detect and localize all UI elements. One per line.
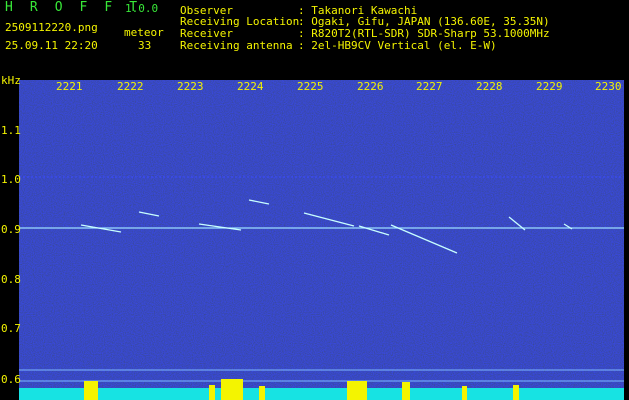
x-tick: 2228: [476, 80, 503, 93]
spectrogram-plot: [19, 80, 624, 400]
x-tick: 2221: [56, 80, 83, 93]
spectrogram-svg: [19, 80, 624, 400]
activity-peak: [259, 386, 265, 400]
x-tick: 2222: [117, 80, 144, 93]
capture-datetime: 25.09.11 22:20: [5, 39, 98, 52]
file-name: 2509112220.png: [5, 21, 98, 34]
activity-peak: [513, 385, 519, 400]
bottom-activity-band: [19, 388, 624, 400]
info-key-antenna: Receiving antenna: [180, 39, 293, 52]
activity-peak: [84, 381, 98, 400]
app-version: 1.0.0: [125, 2, 159, 15]
x-tick: 2225: [297, 80, 324, 93]
x-tick: 2230: [595, 80, 622, 93]
meteor-count: 33: [138, 39, 152, 52]
app-brand: H R O F F T: [5, 0, 142, 15]
x-tick: 2223: [177, 80, 204, 93]
activity-peak: [462, 386, 467, 400]
y-tick: 0.8: [1, 273, 21, 286]
spectrogram-noise: [19, 80, 624, 400]
activity-peak: [347, 381, 367, 400]
y-axis-unit: kHz: [1, 74, 21, 87]
x-tick: 2224: [237, 80, 264, 93]
y-tick: 1.0: [1, 173, 21, 186]
meteor-label: meteor: [124, 26, 164, 39]
x-tick: 2227: [416, 80, 443, 93]
activity-peak: [221, 379, 243, 400]
x-tick: 2229: [536, 80, 563, 93]
y-tick: 0.6: [1, 373, 21, 386]
activity-peak: [402, 382, 410, 400]
y-tick: 0.9: [1, 223, 21, 236]
info-value-antenna: : 2el-HB9CV Vertical (el. E-W): [298, 39, 497, 52]
y-tick: 1.1: [1, 124, 21, 137]
activity-peak: [209, 385, 215, 400]
y-tick: 0.7: [1, 322, 21, 335]
x-tick: 2226: [357, 80, 384, 93]
